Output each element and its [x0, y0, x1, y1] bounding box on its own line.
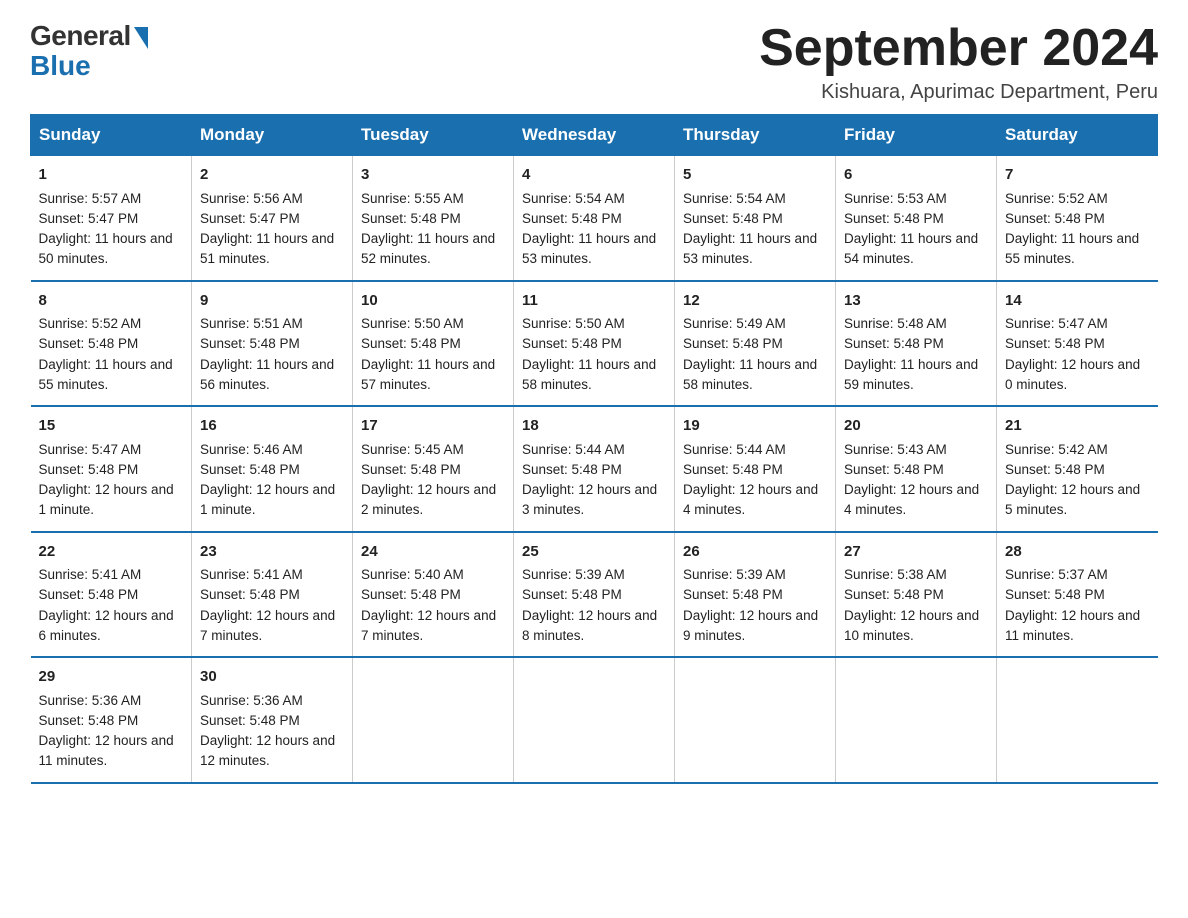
- calendar-week-row: 1Sunrise: 5:57 AMSunset: 5:47 PMDaylight…: [31, 156, 1158, 281]
- calendar-cell: 10Sunrise: 5:50 AMSunset: 5:48 PMDayligh…: [353, 281, 514, 407]
- calendar-cell: 9Sunrise: 5:51 AMSunset: 5:48 PMDaylight…: [192, 281, 353, 407]
- calendar-cell: [353, 657, 514, 783]
- calendar-week-row: 8Sunrise: 5:52 AMSunset: 5:48 PMDaylight…: [31, 281, 1158, 407]
- logo-arrow-icon: [134, 27, 148, 49]
- calendar-cell: 24Sunrise: 5:40 AMSunset: 5:48 PMDayligh…: [353, 532, 514, 658]
- calendar-cell: 30Sunrise: 5:36 AMSunset: 5:48 PMDayligh…: [192, 657, 353, 783]
- day-number: 13: [844, 290, 988, 313]
- location-subtitle: Kishuara, Apurimac Department, Peru: [759, 81, 1158, 104]
- calendar-cell: 13Sunrise: 5:48 AMSunset: 5:48 PMDayligh…: [836, 281, 997, 407]
- calendar-cell: 25Sunrise: 5:39 AMSunset: 5:48 PMDayligh…: [514, 532, 675, 658]
- header-saturday: Saturday: [997, 115, 1158, 156]
- calendar-cell: 27Sunrise: 5:38 AMSunset: 5:48 PMDayligh…: [836, 532, 997, 658]
- day-number: 28: [1005, 541, 1150, 564]
- day-number: 29: [39, 666, 184, 689]
- day-number: 11: [522, 290, 666, 313]
- calendar-cell: [675, 657, 836, 783]
- calendar-cell: 21Sunrise: 5:42 AMSunset: 5:48 PMDayligh…: [997, 406, 1158, 532]
- day-number: 8: [39, 290, 184, 313]
- day-number: 10: [361, 290, 505, 313]
- day-number: 25: [522, 541, 666, 564]
- title-block: September 2024 Kishuara, Apurimac Depart…: [759, 20, 1158, 104]
- header-tuesday: Tuesday: [353, 115, 514, 156]
- calendar-cell: 26Sunrise: 5:39 AMSunset: 5:48 PMDayligh…: [675, 532, 836, 658]
- day-number: 17: [361, 415, 505, 438]
- calendar-cell: [997, 657, 1158, 783]
- calendar-week-row: 29Sunrise: 5:36 AMSunset: 5:48 PMDayligh…: [31, 657, 1158, 783]
- day-number: 5: [683, 164, 827, 187]
- calendar-week-row: 22Sunrise: 5:41 AMSunset: 5:48 PMDayligh…: [31, 532, 1158, 658]
- day-number: 12: [683, 290, 827, 313]
- day-number: 4: [522, 164, 666, 187]
- header-thursday: Thursday: [675, 115, 836, 156]
- calendar-cell: 11Sunrise: 5:50 AMSunset: 5:48 PMDayligh…: [514, 281, 675, 407]
- calendar-cell: 28Sunrise: 5:37 AMSunset: 5:48 PMDayligh…: [997, 532, 1158, 658]
- logo: General Blue: [30, 20, 148, 82]
- day-number: 27: [844, 541, 988, 564]
- day-number: 21: [1005, 415, 1150, 438]
- calendar-cell: [836, 657, 997, 783]
- calendar-cell: 5Sunrise: 5:54 AMSunset: 5:48 PMDaylight…: [675, 156, 836, 281]
- header-sunday: Sunday: [31, 115, 192, 156]
- calendar-cell: 2Sunrise: 5:56 AMSunset: 5:47 PMDaylight…: [192, 156, 353, 281]
- calendar-week-row: 15Sunrise: 5:47 AMSunset: 5:48 PMDayligh…: [31, 406, 1158, 532]
- day-number: 23: [200, 541, 344, 564]
- calendar-cell: 19Sunrise: 5:44 AMSunset: 5:48 PMDayligh…: [675, 406, 836, 532]
- day-number: 16: [200, 415, 344, 438]
- header-friday: Friday: [836, 115, 997, 156]
- calendar-cell: 16Sunrise: 5:46 AMSunset: 5:48 PMDayligh…: [192, 406, 353, 532]
- logo-blue-text: Blue: [30, 50, 91, 82]
- calendar-cell: 6Sunrise: 5:53 AMSunset: 5:48 PMDaylight…: [836, 156, 997, 281]
- day-number: 24: [361, 541, 505, 564]
- calendar-cell: [514, 657, 675, 783]
- calendar-cell: 8Sunrise: 5:52 AMSunset: 5:48 PMDaylight…: [31, 281, 192, 407]
- day-number: 7: [1005, 164, 1150, 187]
- calendar-cell: 29Sunrise: 5:36 AMSunset: 5:48 PMDayligh…: [31, 657, 192, 783]
- day-number: 14: [1005, 290, 1150, 313]
- calendar-cell: 17Sunrise: 5:45 AMSunset: 5:48 PMDayligh…: [353, 406, 514, 532]
- logo-general-text: General: [30, 20, 131, 52]
- day-number: 6: [844, 164, 988, 187]
- day-number: 1: [39, 164, 184, 187]
- day-number: 22: [39, 541, 184, 564]
- header-wednesday: Wednesday: [514, 115, 675, 156]
- calendar-table: SundayMondayTuesdayWednesdayThursdayFrid…: [30, 114, 1158, 784]
- calendar-cell: 7Sunrise: 5:52 AMSunset: 5:48 PMDaylight…: [997, 156, 1158, 281]
- calendar-cell: 23Sunrise: 5:41 AMSunset: 5:48 PMDayligh…: [192, 532, 353, 658]
- calendar-cell: 14Sunrise: 5:47 AMSunset: 5:48 PMDayligh…: [997, 281, 1158, 407]
- calendar-cell: 18Sunrise: 5:44 AMSunset: 5:48 PMDayligh…: [514, 406, 675, 532]
- page-header: General Blue September 2024 Kishuara, Ap…: [30, 20, 1158, 104]
- day-number: 18: [522, 415, 666, 438]
- header-monday: Monday: [192, 115, 353, 156]
- month-year-title: September 2024: [759, 20, 1158, 77]
- days-header-row: SundayMondayTuesdayWednesdayThursdayFrid…: [31, 115, 1158, 156]
- day-number: 26: [683, 541, 827, 564]
- day-number: 2: [200, 164, 344, 187]
- calendar-cell: 4Sunrise: 5:54 AMSunset: 5:48 PMDaylight…: [514, 156, 675, 281]
- calendar-cell: 1Sunrise: 5:57 AMSunset: 5:47 PMDaylight…: [31, 156, 192, 281]
- day-number: 19: [683, 415, 827, 438]
- day-number: 15: [39, 415, 184, 438]
- day-number: 3: [361, 164, 505, 187]
- calendar-cell: 20Sunrise: 5:43 AMSunset: 5:48 PMDayligh…: [836, 406, 997, 532]
- calendar-cell: 3Sunrise: 5:55 AMSunset: 5:48 PMDaylight…: [353, 156, 514, 281]
- calendar-cell: 12Sunrise: 5:49 AMSunset: 5:48 PMDayligh…: [675, 281, 836, 407]
- day-number: 20: [844, 415, 988, 438]
- calendar-cell: 15Sunrise: 5:47 AMSunset: 5:48 PMDayligh…: [31, 406, 192, 532]
- calendar-cell: 22Sunrise: 5:41 AMSunset: 5:48 PMDayligh…: [31, 532, 192, 658]
- day-number: 9: [200, 290, 344, 313]
- day-number: 30: [200, 666, 344, 689]
